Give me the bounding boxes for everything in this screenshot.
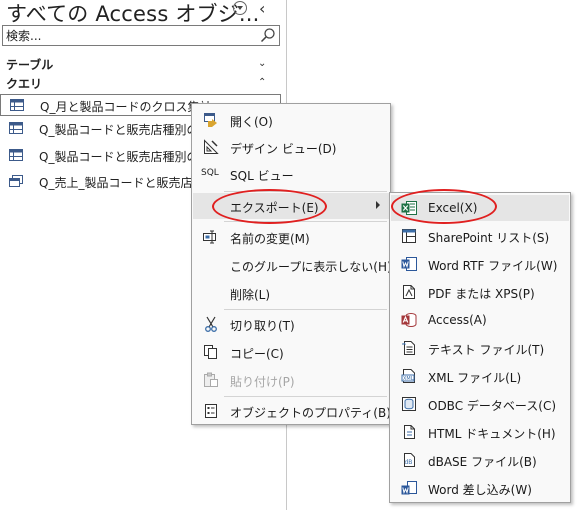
open-icon [204, 113, 217, 127]
access-icon [401, 313, 417, 327]
menu-item-label: テキスト ファイル(T) [428, 343, 545, 357]
rename-icon [203, 230, 216, 244]
menu-item-label: SharePoint リスト(S) [428, 231, 550, 245]
menu-item-properties[interactable]: オブジェクトのプロパティ(B) [193, 398, 391, 424]
query-label: Q_製品コードと販売店種別のク [39, 150, 211, 164]
export-item-word-rtf[interactable]: Word RTF ファイル(W) [391, 251, 569, 277]
paste-icon [204, 372, 218, 387]
query-label: Q_月と製品コードのクロス集計 [40, 100, 212, 114]
menu-item-rename[interactable]: 名前の変更(M) [193, 224, 389, 250]
menu-item-label: デザイン ビュー(D) [230, 142, 337, 156]
group-header-tables[interactable]: テーブル [6, 56, 53, 73]
export-item-text-file[interactable]: テキスト ファイル(T) [391, 335, 569, 361]
collapse-pane-icon[interactable]: ‹ [259, 0, 265, 18]
nav-pane-title[interactable]: すべての Access オブジ... [6, 0, 260, 28]
dbase-icon: dB [404, 453, 415, 467]
export-item-dbase[interactable]: dB dBASE ファイル(B) [391, 447, 569, 473]
export-item-html[interactable]: HTML ドキュメント(H) [391, 419, 569, 445]
highlight-ring-excel [391, 189, 497, 224]
svg-text:dB: dB [405, 459, 413, 466]
menu-item-paste: 貼り付け(P) [193, 367, 389, 393]
menu-item-cut[interactable]: 切り取り(T) [193, 311, 389, 337]
search-box[interactable] [2, 25, 280, 46]
search-input[interactable] [6, 27, 246, 44]
menu-item-label: 貼り付け(P) [230, 375, 295, 389]
crosstab-query-icon [9, 122, 23, 134]
word-rtf-icon [401, 257, 417, 271]
copy-icon [204, 345, 217, 359]
group-header-queries[interactable]: クエリ [6, 75, 42, 92]
word-merge-icon [401, 481, 417, 495]
menu-item-label: PDF または XPS(P) [428, 287, 535, 301]
menu-item-design-view[interactable]: デザイン ビュー(D) [193, 134, 389, 160]
chevron-down-icon[interactable]: ⌄ [258, 58, 266, 69]
menu-item-open[interactable]: 開く(O) [193, 107, 389, 133]
properties-icon [205, 404, 217, 418]
svg-text:XML: XML [403, 376, 414, 382]
crosstab-query-icon [9, 149, 23, 161]
design-view-icon [204, 139, 219, 154]
scissors-icon [205, 316, 217, 332]
menu-item-label: XML ファイル(L) [428, 371, 522, 385]
menu-item-label: 切り取り(T) [230, 319, 295, 333]
html-icon [404, 425, 415, 439]
query-label: Q_売上_製品コードと販売店種 [39, 176, 205, 190]
export-item-pdf[interactable]: PDF または XPS(P) [391, 279, 569, 305]
nav-menu-dropdown-icon[interactable] [233, 1, 247, 15]
menu-item-label: Access(A) [428, 313, 487, 327]
menu-item-label: Word RTF ファイル(W) [428, 259, 558, 273]
query-label: Q_製品コードと販売店種別のク [39, 123, 211, 137]
odbc-icon [402, 397, 416, 411]
menu-item-delete[interactable]: 削除(L) [193, 280, 389, 306]
menu-item-label: 削除(L) [230, 288, 271, 302]
menu-separator [224, 309, 387, 310]
menu-item-label: 開く(O) [230, 115, 273, 129]
menu-item-label: Word 差し込み(W) [428, 483, 532, 497]
export-item-sharepoint[interactable]: SharePoint リスト(S) [391, 223, 569, 249]
highlight-ring-export [212, 189, 327, 224]
menu-item-sql-view[interactable]: SQL SQL ビュー [193, 161, 389, 187]
search-icon[interactable] [260, 27, 276, 43]
sharepoint-list-icon [402, 229, 416, 243]
export-item-odbc[interactable]: ODBC データベース(C) [391, 391, 569, 417]
pdf-icon [403, 285, 415, 299]
submenu-arrow-icon [376, 201, 380, 209]
crosstab-query-icon [10, 99, 24, 111]
menu-separator [224, 396, 387, 397]
sql-icon: SQL [201, 168, 219, 178]
menu-item-label: dBASE ファイル(B) [428, 455, 537, 469]
menu-item-label: コピー(C) [230, 347, 284, 361]
menu-item-label: ODBC データベース(C) [428, 399, 557, 413]
export-item-xml[interactable]: XML XML ファイル(L) [391, 363, 569, 389]
menu-item-label: 名前の変更(M) [230, 232, 310, 246]
chevron-up-icon[interactable]: ⌃ [258, 77, 266, 88]
menu-item-label: HTML ドキュメント(H) [428, 427, 556, 441]
export-submenu: Excel(X) SharePoint リスト(S) Word RTF ファイル… [389, 192, 571, 503]
menu-item-label: オブジェクトのプロパティ(B) [230, 406, 391, 420]
text-file-icon [402, 341, 415, 355]
xml-icon: XML [401, 369, 415, 383]
export-item-access[interactable]: Access(A) [391, 307, 569, 333]
menu-item-label: SQL ビュー [230, 169, 294, 183]
menu-item-label: このグループに表示しない(H) [230, 260, 392, 274]
select-query-icon [9, 175, 23, 187]
menu-item-hide-in-group[interactable]: このグループに表示しない(H) [193, 252, 392, 278]
context-menu: 開く(O) デザイン ビュー(D) SQL SQL ビュー エクスポート(E) … [191, 103, 392, 425]
export-item-word-merge[interactable]: Word 差し込み(W) [391, 475, 569, 501]
menu-item-copy[interactable]: コピー(C) [193, 339, 389, 365]
